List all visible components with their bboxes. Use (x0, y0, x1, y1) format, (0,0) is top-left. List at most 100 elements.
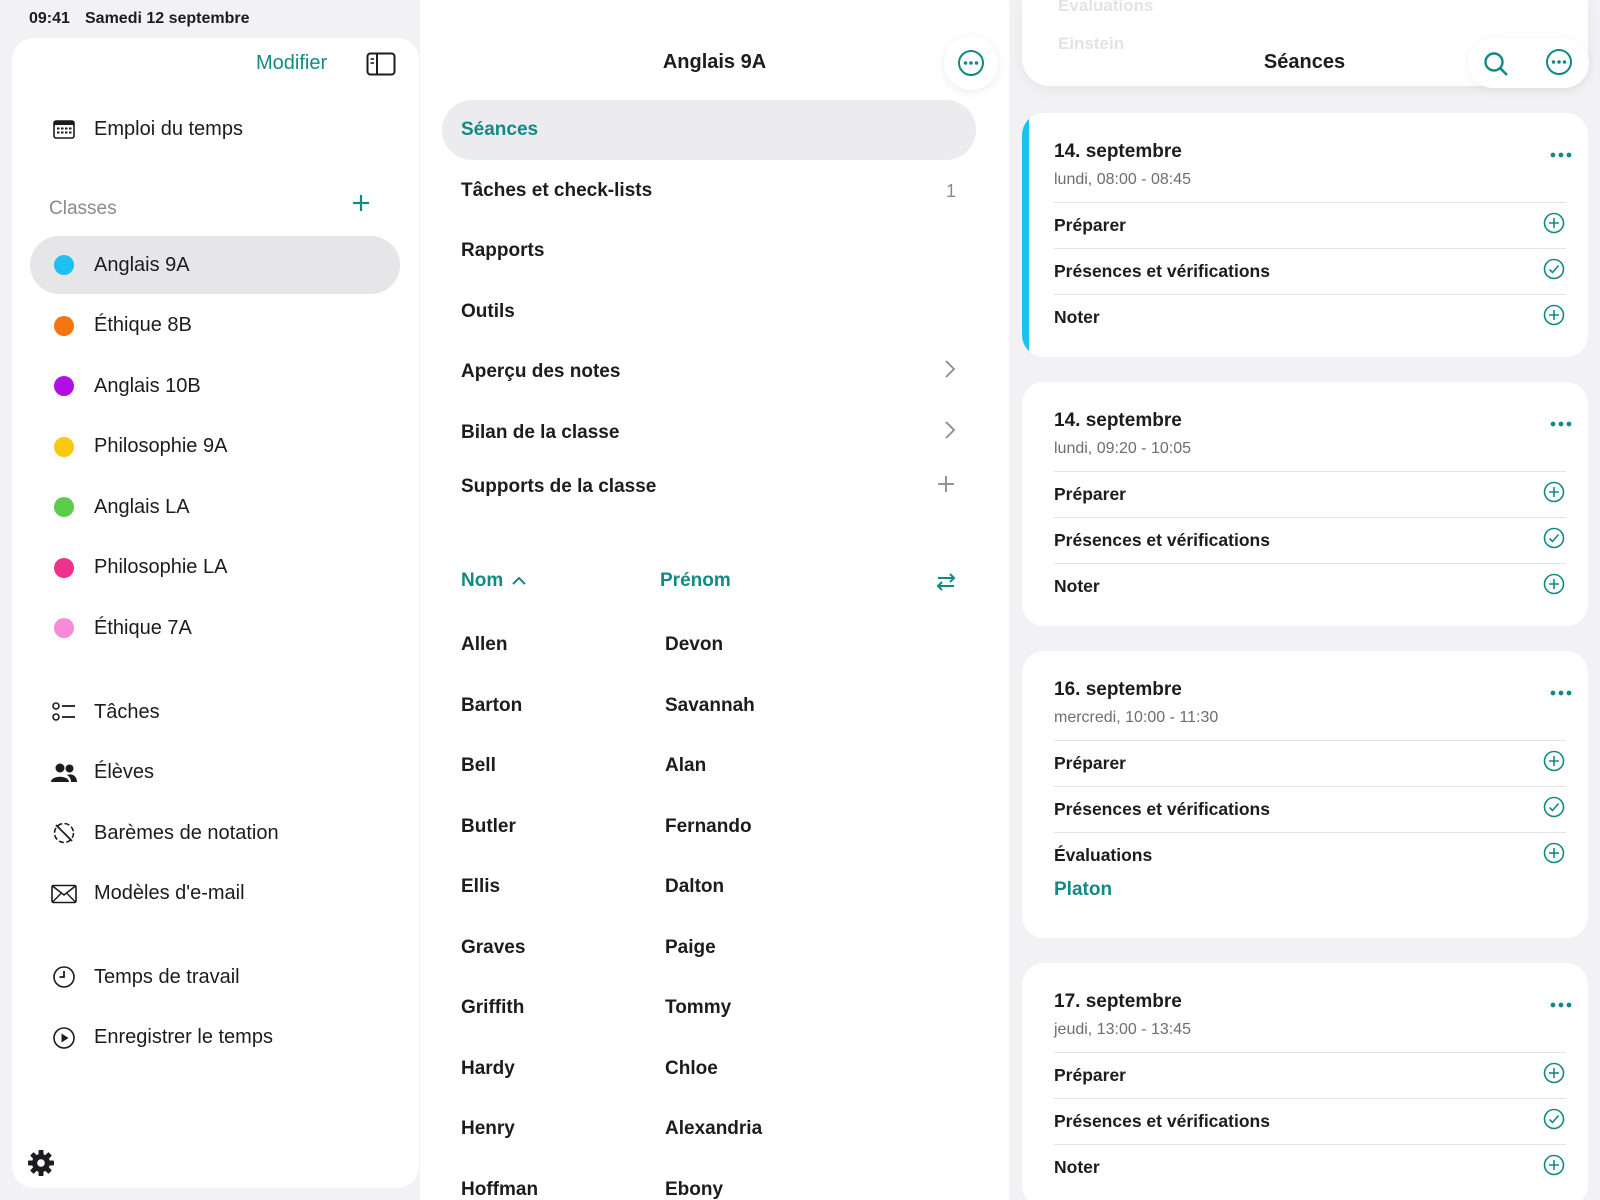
session-action-row[interactable]: Présences et vérifications (1054, 248, 1566, 294)
plus-circle-icon[interactable] (1542, 480, 1566, 509)
session-action-label: Évaluations (1054, 845, 1153, 865)
session-action-label: Noter (1054, 307, 1100, 327)
sidebar-class-item[interactable]: Philosophie LA (30, 539, 400, 597)
menu-item-label: Aperçu des notes (461, 361, 621, 382)
sidebar-class-item[interactable]: Éthique 8B (30, 297, 400, 355)
sort-by-last-name[interactable]: Nom (461, 570, 527, 592)
menu-item[interactable]: Séances (442, 100, 976, 160)
sidebar-item-label: Anglais LA (94, 495, 190, 518)
session-action-row[interactable]: Présences et vérifications (1054, 517, 1566, 563)
plus-circle-icon[interactable] (1542, 841, 1566, 870)
sidebar-tool-item[interactable]: Tâches (30, 683, 400, 741)
session-action-row[interactable]: Noter (1054, 563, 1566, 609)
more-circle-icon[interactable] (1545, 48, 1573, 81)
menu-item[interactable]: Tâches et check-lists 1 (442, 161, 976, 221)
sort-by-first-name[interactable]: Prénom (660, 570, 731, 592)
sidebar-class-item[interactable]: Anglais 9A (30, 236, 400, 294)
sidebar-item-label: Barèmes de notation (94, 821, 279, 844)
sidebar-class-item[interactable]: Anglais 10B (30, 357, 400, 415)
student-first-name: Ebony (665, 1178, 724, 1200)
more-options-button[interactable] (944, 36, 998, 90)
status-time: 09:41 (29, 10, 70, 27)
menu-item[interactable]: Rapports (442, 221, 976, 281)
sidebar-tool-item[interactable]: Modèles d'e-mail (30, 865, 400, 923)
session-evaluation-link[interactable]: Platon (1054, 879, 1112, 901)
student-last-name: Griffith (461, 997, 525, 1018)
session-action-row[interactable]: Noter (1054, 294, 1566, 340)
student-first-name: Alexandria (665, 1118, 763, 1139)
session-time: lundi, 09:20 - 10:05 (1054, 440, 1191, 457)
more-horizontal-icon[interactable] (1550, 414, 1572, 432)
plus-circle-icon[interactable] (1542, 303, 1566, 332)
current-session-indicator (1022, 113, 1029, 357)
menu-item[interactable]: Outils (442, 282, 976, 342)
student-last-name: Hardy (461, 1057, 515, 1079)
session-date: 14. septembre (1054, 141, 1182, 162)
search-icon[interactable] (1482, 50, 1510, 83)
session-action-row[interactable]: Noter (1054, 1144, 1566, 1190)
settings-gear-icon[interactable] (26, 1148, 56, 1183)
plus-circle-icon[interactable] (1542, 211, 1566, 240)
class-title: Anglais 9A (662, 51, 767, 73)
sidebar-item-label: Éthique 7A (94, 616, 192, 639)
menu-item[interactable]: Supports de la classe (442, 457, 976, 517)
session-action-row[interactable]: Préparer (1054, 740, 1566, 786)
check-circle-icon[interactable] (1542, 257, 1566, 286)
session-action-row[interactable]: Préparer (1054, 471, 1566, 517)
menu-item[interactable]: Aperçu des notes (442, 342, 976, 402)
check-circle-icon[interactable] (1542, 1107, 1566, 1136)
sidebar-item-label: Emploi du temps (94, 117, 243, 140)
more-horizontal-icon[interactable] (1550, 683, 1572, 701)
sidebar-time-item[interactable]: Temps de travail (30, 948, 400, 1006)
sidebar-item-label: Éthique 8B (94, 314, 192, 336)
session-card[interactable]: 14. septembre lundi, 09:20 - 10:05 Prépare… (1022, 382, 1588, 626)
sidebar-class-item[interactable]: Philosophie 9A (30, 418, 400, 476)
sidebar-item-timetable[interactable]: Emploi du temps (30, 100, 400, 158)
student-first-name: Dalton (665, 876, 725, 897)
classes-header: Classes (49, 198, 117, 219)
session-action-row[interactable]: Présences et vérifications (1054, 1098, 1566, 1144)
check-circle-icon[interactable] (1542, 795, 1566, 824)
swap-sort-icon[interactable] (934, 570, 958, 599)
plus-circle-icon[interactable] (1542, 1153, 1566, 1182)
sidebar: Modifier Emploi du temps Classes Anglais… (12, 38, 419, 1188)
edit-button[interactable]: Modifier (256, 52, 327, 75)
sidebar-tool-item[interactable]: Barèmes de notation (30, 804, 400, 862)
sidebar-item-label: Temps de travail (94, 965, 240, 988)
session-card[interactable]: 14. septembre lundi, 08:00 - 08:45 Prépare… (1022, 113, 1588, 357)
session-action-row[interactable]: Préparer (1054, 202, 1566, 248)
menu-item-label: Séances (461, 119, 539, 140)
more-horizontal-icon[interactable] (1550, 995, 1572, 1013)
add-class-icon[interactable] (350, 192, 372, 219)
plus-circle-icon[interactable] (1542, 749, 1566, 778)
session-action-row[interactable]: Présences et vérifications (1054, 786, 1566, 832)
session-date: 17. septembre (1054, 991, 1182, 1012)
student-first-name: Devon (665, 634, 724, 655)
session-action-label: Préparer (1054, 1065, 1126, 1085)
sidebar-time-item[interactable]: Enregistrer le temps (30, 1009, 400, 1067)
class-detail-panel: Anglais 9A Séances Tâches et check-lists 1… (420, 0, 1009, 1200)
chevron-right-icon (944, 420, 956, 446)
plus-circle-icon[interactable] (1542, 1061, 1566, 1090)
session-card[interactable]: 17. septembre jeudi, 13:00 - 13:45 Prépare… (1022, 963, 1588, 1200)
session-action-row[interactable]: Évaluations (1054, 832, 1566, 878)
session-card[interactable]: 16. septembre mercredi, 10:00 - 11:30 Prép… (1022, 651, 1588, 938)
session-action-label: Présences et vérifications (1054, 261, 1270, 281)
check-circle-icon[interactable] (1542, 526, 1566, 555)
class-color-dot (50, 557, 78, 578)
session-time: jeudi, 13:00 - 13:45 (1054, 1021, 1191, 1038)
menu-item-label: Outils (461, 301, 515, 322)
calendar-icon (50, 119, 78, 139)
plus-icon[interactable] (936, 474, 956, 500)
sidebar-class-item[interactable]: Anglais LA (30, 478, 400, 536)
sidebar-tool-item[interactable]: Élèves (30, 744, 400, 802)
plus-circle-icon[interactable] (1542, 572, 1566, 601)
more-horizontal-icon[interactable] (1550, 145, 1572, 163)
students-icon (50, 763, 78, 783)
menu-item[interactable]: Bilan de la classe (442, 403, 976, 463)
sidebar-toggle-icon[interactable] (366, 52, 396, 81)
sidebar-class-item[interactable]: Éthique 7A (30, 599, 400, 657)
color-dot (54, 436, 74, 457)
session-time: lundi, 08:00 - 08:45 (1054, 171, 1191, 188)
session-action-row[interactable]: Préparer (1054, 1052, 1566, 1098)
